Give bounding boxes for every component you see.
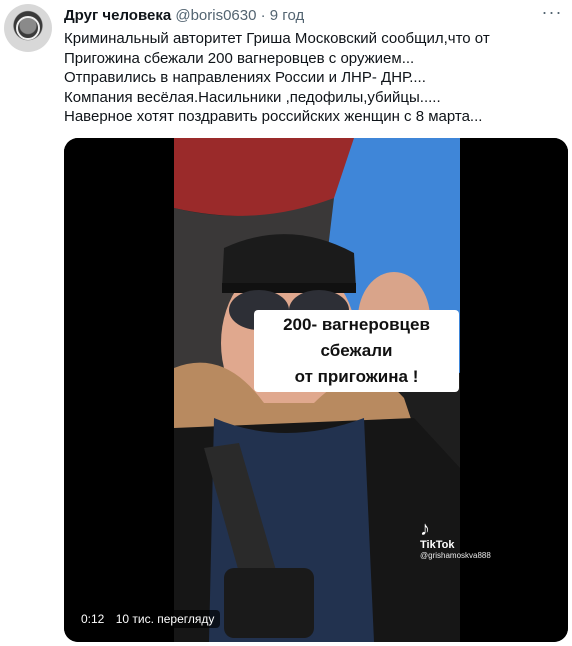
video-time: 0:12 <box>81 612 105 626</box>
tiktok-brand: TikTok <box>420 539 455 551</box>
author-avatar[interactable] <box>4 4 52 52</box>
video-info-badge: 0:12 10 тис. перегляду <box>75 610 221 628</box>
video-player[interactable]: 200- вагнеровцев сбежали от пригожина ! … <box>64 138 568 642</box>
author-name[interactable]: Друг человека <box>64 7 171 24</box>
caption-line: от пригожина ! <box>294 367 419 386</box>
author-handle[interactable]: @boris0630 <box>175 7 256 24</box>
caption-line: 200- вагнеровцев сбежали <box>283 315 430 360</box>
tweet-text-line: Криминальный авторитет Гриша Московский … <box>64 30 490 47</box>
tweet-text: Криминальный авторитет Гриша Московский … <box>64 29 564 127</box>
tweet-text-line: Пригожина сбежали 200 вагнеровцев с оруж… <box>64 49 415 67</box>
tiktok-watermark: ♪ TikTok @grishamoskva888 <box>420 519 491 560</box>
tweet-text-line: Отправились в направлениях России и ЛНР-… <box>64 69 426 86</box>
tweet-time[interactable]: 9 год <box>270 7 304 24</box>
tweet-header: Друг человека @boris0630 · 9 год <box>64 7 304 25</box>
tweet-text-line: Наверное хотят поздравить российских жен… <box>64 108 483 125</box>
tiktok-icon: ♪ <box>420 518 430 540</box>
avatar-ring <box>16 16 40 40</box>
video-caption: 200- вагнеровцев сбежали от пригожина ! <box>254 310 459 392</box>
video-views: 10 тис. перегляду <box>115 612 215 626</box>
more-dots-icon[interactable]: ··· <box>540 2 564 26</box>
tiktok-username: @grishamoskva888 <box>420 551 491 560</box>
tweet-text-line: Компания весёлая.Насильники ,педофилы,уб… <box>64 88 441 106</box>
header-separator: · <box>260 7 266 24</box>
